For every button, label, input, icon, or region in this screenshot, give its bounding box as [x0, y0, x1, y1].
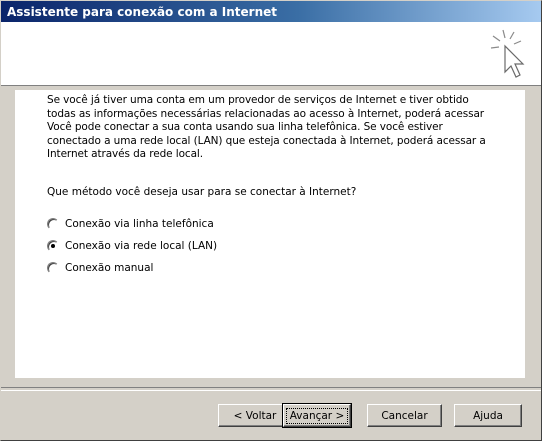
cancel-button[interactable]: Cancelar — [367, 404, 442, 427]
help-button[interactable]: Ajuda — [454, 404, 522, 427]
option-label: Conexão via linha telefônica — [65, 218, 214, 230]
content-panel: Se você já tiver uma conta em um provedo… — [15, 90, 525, 378]
option-dialup[interactable]: Conexão via linha telefônica — [47, 216, 214, 232]
radio-button[interactable] — [47, 218, 59, 230]
help-button-label: Ajuda — [473, 409, 503, 422]
next-button[interactable]: Avançar > — [282, 403, 352, 428]
option-manual[interactable]: Conexão manual — [47, 260, 153, 276]
button-separator — [1, 387, 541, 391]
option-lan[interactable]: Conexão via rede local (LAN) — [47, 238, 217, 254]
wizard-window: Assistente para conexão com a Internet S… — [0, 0, 542, 441]
title-bar[interactable]: Assistente para conexão com a Internet — [1, 1, 541, 22]
option-label: Conexão via rede local (LAN) — [65, 240, 218, 252]
cancel-button-label: Cancelar — [381, 409, 428, 422]
question-text: Que método você deseja usar para se cone… — [47, 186, 357, 198]
wizard-header — [1, 22, 541, 86]
next-button-label: Avançar > — [285, 407, 349, 424]
description-text: Se você já tiver uma conta em um provedo… — [47, 94, 486, 160]
radio-button[interactable] — [47, 262, 59, 274]
window-title: Assistente para conexão com a Internet — [7, 5, 278, 19]
wizard-cursor-icon — [490, 29, 525, 78]
back-button-label: < Voltar — [233, 409, 277, 422]
back-button[interactable]: < Voltar — [218, 404, 292, 427]
option-label: Conexão manual — [65, 262, 154, 274]
radio-button-selected[interactable] — [47, 240, 59, 252]
